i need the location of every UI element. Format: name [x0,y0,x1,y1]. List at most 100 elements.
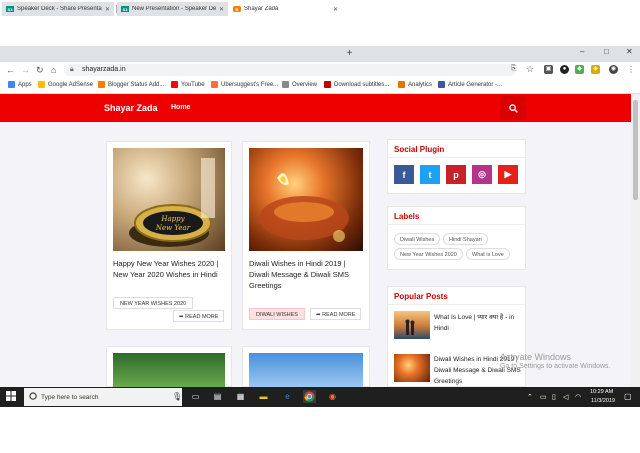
scrollbar-thumb[interactable] [633,100,638,200]
widget-title: Social Plugin [394,145,445,154]
post-thumbnail[interactable] [113,353,225,387]
taskbar-date[interactable]: 11/3/2019 [591,398,615,404]
chevron-up-icon[interactable]: ⌃ [527,393,533,401]
battery-icon[interactable]: ▯ [552,393,556,401]
site-title[interactable]: Shayar Zada [104,103,158,113]
read-more-button[interactable]: ➦ READ MORE [173,310,225,322]
microphone-icon[interactable]: 🎙︎ [172,392,182,401]
maximize-icon[interactable]: □ [604,47,609,56]
bookmark-analytics[interactable]: Analytics [398,81,432,88]
close-icon[interactable]: ✕ [105,6,110,13]
popular-post-thumbnail[interactable] [394,311,430,339]
notification-icon[interactable]: ▢ [624,392,632,401]
bookmark-article-generator[interactable]: Article Generator -... [438,81,502,88]
forward-icon[interactable]: → [21,65,30,75]
tab-strip [0,46,640,62]
reload-icon[interactable]: ↻ [36,65,44,76]
edge-icon[interactable]: e [281,390,294,403]
youtube-icon [171,81,178,88]
taskbar-time[interactable]: 10:29 AM [590,389,613,395]
label-chip[interactable]: New Year Wishes 2020 [394,248,463,260]
url-text[interactable]: shayarzada.in [82,66,126,73]
search-button[interactable] [500,96,526,120]
extension-icon[interactable]: ● [560,65,569,74]
home-icon[interactable]: ⌂ [51,65,56,75]
file-explorer-icon[interactable]: ▬ [257,390,270,403]
bookmark-ubersuggest[interactable]: Ubersuggest's Free... [211,81,278,88]
network-icon[interactable]: ▭ [540,393,547,401]
tab-new-presentation[interactable]: S3 New Presentation - Speaker Deck ✕ [117,2,228,16]
minimize-icon[interactable]: – [580,47,584,56]
tab-label: New Presentation - Speaker Deck [132,6,216,12]
widget-title: Popular Posts [394,292,448,301]
close-icon[interactable]: ✕ [333,6,338,13]
post-thumbnail[interactable] [249,148,363,251]
chrome-icon[interactable] [303,390,316,403]
instagram-icon[interactable]: ◎ [472,165,492,184]
youtube-icon[interactable]: ▶ [498,165,518,184]
tab-shayar-zada[interactable]: B Shayar Zada ✕ [229,2,342,16]
search-icon [508,103,518,113]
popular-post-thumbnail[interactable] [394,354,430,382]
svg-text:Happy: Happy [160,215,185,223]
overview-icon [282,81,289,88]
bookmarks-bar [0,79,640,94]
task-view-icon[interactable]: ▭ [189,390,202,403]
post-thumbnail[interactable] [249,353,363,387]
windows-start-icon[interactable] [6,391,16,401]
speakerdeck-icon: S3 [121,6,129,12]
wifi-icon[interactable]: ◠ [575,393,581,401]
tab-label: Speaker Deck - Share Presentatio [17,6,102,12]
article-generator-icon [438,81,445,88]
popular-post-title[interactable]: What Is Love | प्यार क्या है - in Hindi [434,312,526,334]
bookmark-apps[interactable]: Apps [8,81,32,88]
bookmark-star-icon[interactable]: ☆ [526,64,534,75]
post-thumbnail[interactable]: Happy New Year [113,148,225,251]
volume-icon[interactable]: ◁ [563,393,568,401]
post-title[interactable]: Diwali Wishes in Hindi 2019 | Diwali Mes… [249,258,365,291]
firefox-icon[interactable]: ◉ [326,390,339,403]
facebook-icon[interactable]: f [394,165,414,184]
address-bar[interactable] [64,64,516,76]
store-icon[interactable]: ▤ [211,390,224,403]
post-tag[interactable]: DIWALI WISHES [249,308,305,320]
speakerdeck-icon: S3 [6,6,14,12]
avatar[interactable]: ◉ [609,65,618,74]
close-icon[interactable]: ✕ [219,6,224,13]
divider [388,224,525,225]
pinterest-icon[interactable]: p [446,165,466,184]
post-title[interactable]: Happy New Year Wishes 2020 | New Year 20… [113,258,227,280]
extension-icon[interactable]: ◆ [575,65,584,74]
activate-windows-watermark: Activate Windows [500,352,572,362]
lock-icon: 🔒︎ [70,66,74,73]
taskbar-search-placeholder: Type here to search [41,394,99,401]
site-header [0,94,631,122]
tab-speaker-deck-share[interactable]: S3 Speaker Deck - Share Presentatio ✕ [2,2,114,16]
bookmark-blogger-status[interactable]: Blogger Status Add... [98,81,164,88]
extension-icon[interactable]: ◈ [591,65,600,74]
back-icon[interactable]: ← [6,65,15,75]
extension-icon[interactable]: ▣ [544,65,553,74]
menu-kebab-icon[interactable]: ⋮ [627,65,635,74]
label-chip[interactable]: Hindi Shayari [443,233,488,245]
blogger-icon [98,81,105,88]
read-more-button[interactable]: ➦ READ MORE [310,308,362,320]
twitter-icon[interactable]: t [420,165,440,184]
bookmark-download-subtitles[interactable]: Download subtitles... [324,81,389,88]
widget-title: Labels [394,212,420,221]
new-year-image: Happy New Year [129,158,215,247]
bookmark-adsense[interactable]: Google AdSense [38,81,93,88]
diwali-lamp-image [259,173,349,242]
translate-icon[interactable]: ⎘ [511,65,517,73]
bookmark-youtube[interactable]: YouTube [171,81,205,88]
activate-windows-hint: Go to Settings to activate Windows. [500,363,611,370]
label-chip[interactable]: What is Love [466,248,510,260]
new-tab-button[interactable]: + [344,49,355,60]
post-tag[interactable]: NEW YEAR WISHES 2020 [113,297,194,309]
shopping-bag-icon[interactable]: ▦ [234,390,247,403]
label-chip[interactable]: Diwali Wishes [394,233,441,245]
bookmark-overview[interactable]: Overview [282,81,317,88]
close-window-icon[interactable]: ✕ [626,47,633,56]
nav-home-link[interactable]: Home [171,104,190,111]
divider [388,304,525,305]
